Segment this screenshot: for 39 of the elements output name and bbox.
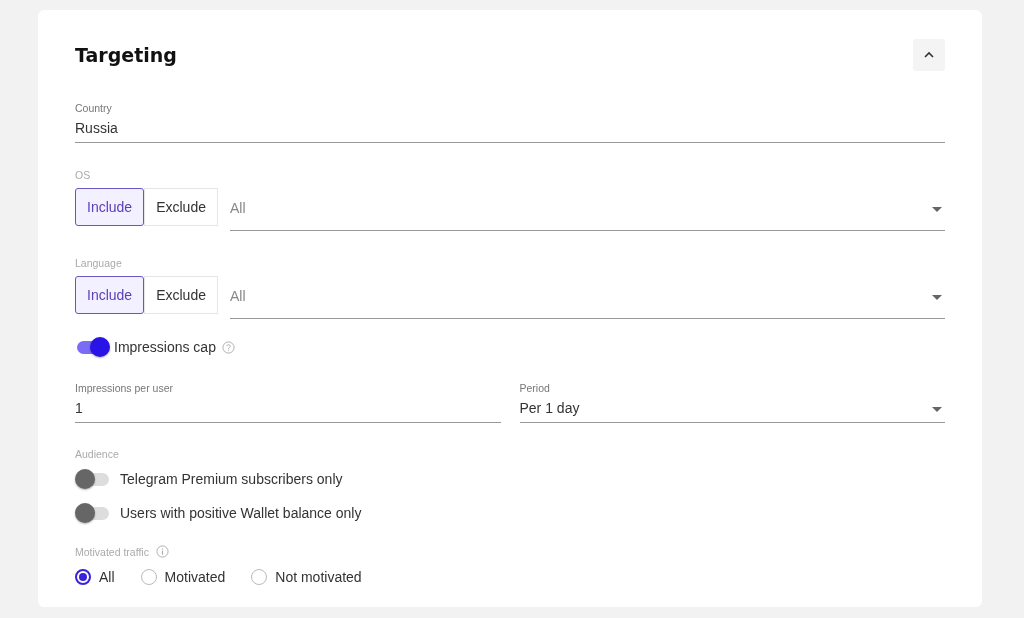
section-label: Motivated traffic — [75, 545, 149, 558]
field-value: Per 1 day — [519, 399, 580, 418]
field-value: 1 — [75, 399, 83, 418]
field-label: Period — [519, 382, 550, 394]
radio-circle[interactable] — [75, 569, 91, 585]
toggle-label: Telegram Premium subscribers only — [120, 471, 343, 487]
info-icon — [155, 545, 169, 558]
help-icon — [221, 340, 235, 354]
field-label: Language — [75, 257, 122, 269]
toggle-switch[interactable] — [75, 468, 111, 490]
toggle-switch[interactable] — [75, 502, 111, 524]
field-label: Country — [75, 102, 112, 114]
dropdown-caret-icon — [932, 294, 942, 300]
select-field[interactable]: All — [229, 276, 945, 319]
section-label: Audience — [75, 448, 119, 460]
toggle-label: Impressions cap — [114, 339, 216, 355]
collapse-button[interactable] — [913, 39, 945, 71]
dropdown-caret-icon — [932, 206, 942, 212]
toggle-label: Users with positive Wallet balance only — [120, 505, 362, 521]
mode-toggle-button[interactable]: Include — [75, 276, 145, 314]
radio-option[interactable]: Not motivated — [251, 569, 362, 585]
select-field[interactable]: All — [229, 188, 945, 231]
dropdown-caret-icon — [932, 406, 942, 412]
section-title: Targeting — [75, 44, 177, 66]
radio-option[interactable]: Motivated — [140, 569, 226, 585]
field-value: Russia — [75, 119, 118, 138]
input-field[interactable]: 1 — [75, 396, 501, 423]
country-field[interactable]: Russia — [75, 116, 945, 143]
field-label: Impressions per user — [75, 382, 174, 394]
select-placeholder: All — [229, 199, 246, 218]
mode-toggle-button[interactable]: Exclude — [144, 188, 218, 226]
radio-option[interactable]: All — [75, 569, 115, 585]
mode-toggle-button[interactable]: Include — [75, 188, 145, 226]
select-field[interactable]: Per 1 day — [519, 396, 945, 423]
mode-toggle-button[interactable]: Exclude — [144, 276, 218, 314]
toggle-switch[interactable] — [75, 336, 111, 358]
field-label: OS — [75, 169, 91, 181]
chevron-up-icon — [924, 51, 934, 59]
select-placeholder: All — [229, 287, 246, 306]
